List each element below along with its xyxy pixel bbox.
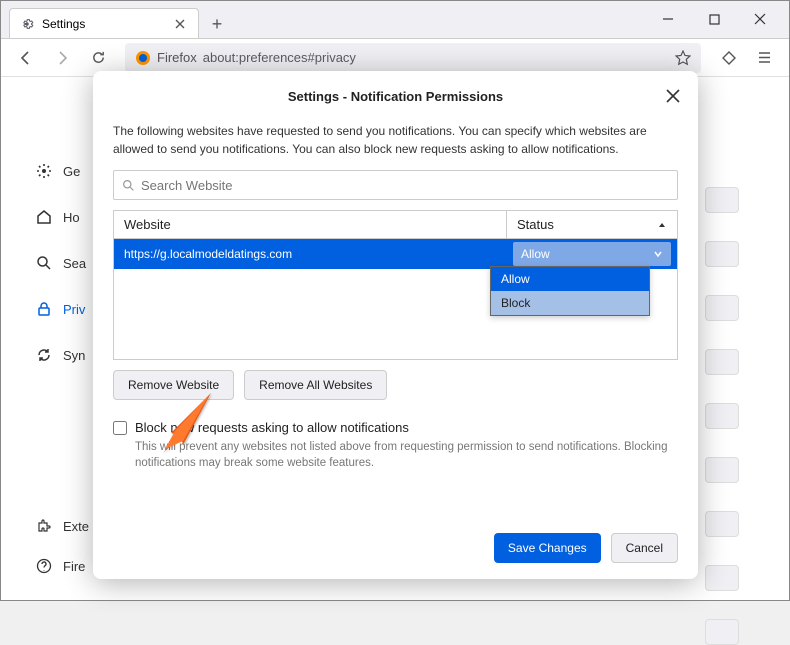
help-icon (35, 557, 53, 575)
firefox-icon (135, 50, 151, 66)
sidebar-item-label: Sea (63, 256, 86, 271)
search-website-input[interactable] (113, 170, 678, 200)
address-bar[interactable]: Firefox about:preferences#privacy (125, 43, 701, 73)
sidebar-item-privacy[interactable]: Priv (35, 295, 95, 323)
modal-description: The following websites have requested to… (113, 122, 678, 158)
home-icon (35, 208, 53, 226)
sidebar-bottom: Exte Fire (35, 512, 89, 580)
tab-title: Settings (42, 17, 85, 31)
sync-icon (35, 346, 53, 364)
close-tab-button[interactable] (172, 16, 188, 32)
save-changes-button[interactable]: Save Changes (494, 533, 601, 563)
status-dropdown: Allow Block (490, 266, 650, 316)
extensions-button[interactable] (713, 43, 743, 73)
search-icon (122, 179, 135, 192)
reload-button[interactable] (83, 43, 113, 73)
sidebar-item-label: Ho (63, 210, 80, 225)
remove-website-button[interactable]: Remove Website (113, 370, 234, 400)
sidebar-item-label: Syn (63, 348, 85, 363)
dropdown-option-block[interactable]: Block (491, 291, 649, 315)
window-controls (645, 1, 783, 37)
column-website[interactable]: Website (114, 211, 507, 238)
puzzle-icon (35, 517, 53, 535)
sidebar-item-firefox-support[interactable]: Fire (35, 552, 89, 580)
url-scheme-label: Firefox (157, 50, 197, 65)
sidebar-item-sync[interactable]: Syn (35, 341, 95, 369)
forward-button[interactable] (47, 43, 77, 73)
sidebar-item-extensions[interactable]: Exte (35, 512, 89, 540)
sidebar-item-label: Ge (63, 164, 80, 179)
bookmark-star-icon[interactable] (675, 50, 691, 66)
sidebar-item-label: Exte (63, 519, 89, 534)
url-text: about:preferences#privacy (203, 50, 356, 65)
gear-icon (20, 17, 34, 31)
modal-title: Settings - Notification Permissions (113, 89, 678, 104)
search-field[interactable] (141, 178, 669, 193)
sort-arrow-icon (657, 220, 667, 230)
dropdown-option-allow[interactable]: Allow (491, 267, 649, 291)
maximize-button[interactable] (691, 4, 737, 34)
sidebar-item-label: Fire (63, 559, 85, 574)
modal-footer: Save Changes Cancel (494, 533, 678, 563)
sidebar-item-search[interactable]: Sea (35, 249, 95, 277)
block-new-requests-checkbox[interactable] (113, 421, 127, 435)
table-header: Website Status (114, 211, 677, 239)
gear-icon (35, 162, 53, 180)
remove-all-websites-button[interactable]: Remove All Websites (244, 370, 387, 400)
checkbox-label: Block new requests asking to allow notif… (135, 420, 409, 435)
close-window-button[interactable] (737, 4, 783, 34)
checkbox-help-text: This will prevent any websites not liste… (135, 439, 678, 471)
browser-window: Settings + Firefox about:preferences#pri… (0, 0, 790, 601)
block-new-requests-row: Block new requests asking to allow notif… (113, 420, 678, 435)
background-settings-buttons (705, 187, 739, 645)
cell-website: https://g.localmodeldatings.com (114, 247, 507, 261)
app-menu-button[interactable] (749, 43, 779, 73)
cancel-button[interactable]: Cancel (611, 533, 678, 563)
tab-bar: Settings + (1, 1, 789, 39)
settings-sidebar: Ge Ho Sea Priv Syn (35, 157, 95, 369)
notification-permissions-modal: Settings - Notification Permissions The … (93, 71, 698, 579)
status-select[interactable]: Allow (513, 242, 671, 266)
browser-tab[interactable]: Settings (9, 8, 199, 38)
new-tab-button[interactable]: + (203, 10, 231, 38)
minimize-button[interactable] (645, 4, 691, 34)
remove-buttons-row: Remove Website Remove All Websites (113, 370, 678, 400)
back-button[interactable] (11, 43, 41, 73)
sidebar-item-label: Priv (63, 302, 85, 317)
sidebar-item-general[interactable]: Ge (35, 157, 95, 185)
search-icon (35, 254, 53, 272)
sidebar-item-home[interactable]: Ho (35, 203, 95, 231)
column-status[interactable]: Status (507, 217, 677, 232)
table-row[interactable]: https://g.localmodeldatings.com Allow (114, 239, 677, 269)
lock-icon (35, 300, 53, 318)
modal-close-button[interactable] (662, 85, 684, 107)
chevron-down-icon (653, 249, 663, 259)
